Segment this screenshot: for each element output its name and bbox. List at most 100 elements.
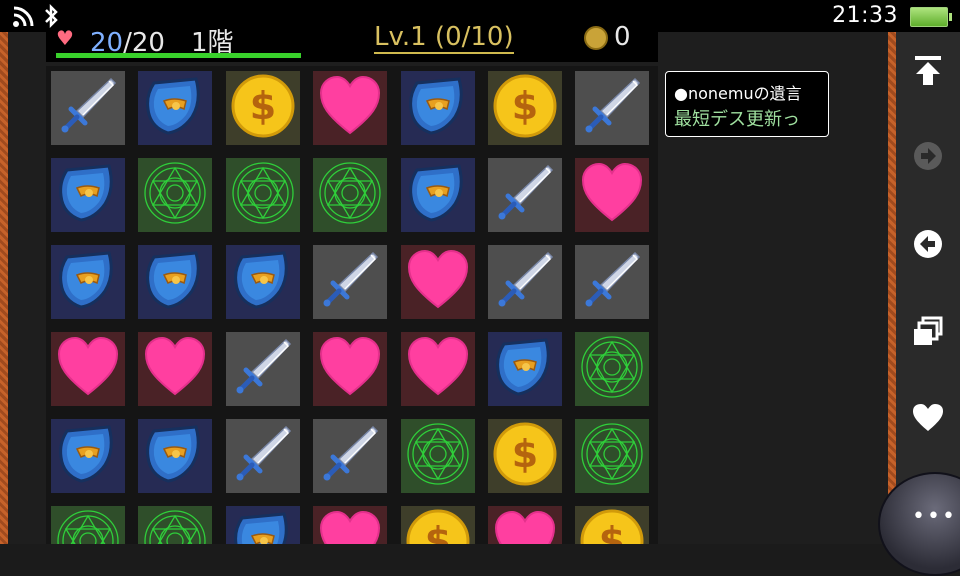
heart-tile[interactable]: [133, 327, 213, 407]
message-line-1: ●nonemuの遺言: [674, 84, 802, 103]
heart-icon: [490, 506, 560, 544]
shield-icon: [228, 245, 298, 319]
wifi-icon: [13, 6, 34, 27]
clock-time: 21:33: [832, 3, 898, 28]
magic-icon: [577, 419, 647, 493]
sword-tile[interactable]: [483, 240, 563, 320]
coin-icon: $: [490, 419, 560, 493]
sword-icon: [490, 245, 560, 319]
shield-icon: [140, 419, 210, 493]
magic-icon: [53, 506, 123, 544]
coin-icon: $: [490, 71, 560, 145]
sword-tile[interactable]: [483, 153, 563, 233]
windows-button[interactable]: [908, 312, 948, 352]
sword-tile[interactable]: [221, 327, 301, 407]
shield-tile[interactable]: [46, 414, 126, 494]
shield-icon: [403, 158, 473, 232]
favorite-button[interactable]: [908, 398, 948, 438]
heart-icon: [315, 71, 385, 145]
heart-tile[interactable]: [396, 240, 476, 320]
shield-tile[interactable]: [46, 153, 126, 233]
sword-icon: [53, 71, 123, 145]
more-options-icon: •••: [912, 504, 957, 529]
gold-count: 0: [614, 22, 631, 52]
back-icon: [914, 230, 942, 258]
sword-tile[interactable]: [221, 414, 301, 494]
magic-icon: [140, 158, 210, 232]
magic-tile[interactable]: [308, 153, 388, 233]
heart-icon: [315, 332, 385, 406]
shield-tile[interactable]: [133, 240, 213, 320]
system-side-panel: [896, 32, 960, 544]
shield-icon: [228, 506, 298, 544]
heart-tile[interactable]: [46, 327, 126, 407]
heart-icon: [53, 332, 123, 406]
magic-tile[interactable]: [570, 327, 650, 407]
coin-tile[interactable]: $: [221, 66, 301, 146]
magic-tile[interactable]: [46, 501, 126, 544]
sword-icon: [577, 245, 647, 319]
message-line-2: 最短デス更新っ: [674, 109, 800, 130]
heart-tile[interactable]: [570, 153, 650, 233]
shield-icon: [53, 158, 123, 232]
hud-bar: ♥ 20/20 1階 Lv.1 (0/10) 0: [46, 22, 658, 62]
coin-icon: $: [403, 506, 473, 544]
magic-icon: [140, 506, 210, 544]
magic-tile[interactable]: [221, 153, 301, 233]
shield-tile[interactable]: [133, 66, 213, 146]
sword-tile[interactable]: [308, 240, 388, 320]
shield-tile[interactable]: [483, 327, 563, 407]
magic-tile[interactable]: [570, 414, 650, 494]
heart-icon: [140, 332, 210, 406]
svg-text:$: $: [250, 84, 276, 128]
heart-icon: [315, 506, 385, 544]
sword-tile[interactable]: [308, 414, 388, 494]
shield-icon: [140, 245, 210, 319]
magic-tile[interactable]: [133, 501, 213, 544]
shield-tile[interactable]: [133, 414, 213, 494]
magic-tile[interactable]: [396, 414, 476, 494]
shield-icon: [53, 245, 123, 319]
heart-icon: [403, 245, 473, 319]
scroll-top-button[interactable]: [908, 50, 948, 90]
heart-tile[interactable]: [308, 327, 388, 407]
coin-tile[interactable]: $: [570, 501, 650, 544]
shield-tile[interactable]: [46, 240, 126, 320]
shield-tile[interactable]: [396, 66, 476, 146]
heart-tile[interactable]: [396, 327, 476, 407]
shield-tile[interactable]: [396, 153, 476, 233]
back-button[interactable]: [908, 224, 948, 264]
shield-tile[interactable]: [221, 240, 301, 320]
right-decorative-border: [888, 32, 896, 544]
left-decorative-border: [0, 32, 8, 544]
heart-tile[interactable]: [483, 501, 563, 544]
sword-icon: [315, 419, 385, 493]
sword-tile[interactable]: [570, 240, 650, 320]
favorite-heart-icon: [913, 404, 943, 431]
svg-text:$: $: [512, 84, 538, 128]
shield-icon: [403, 71, 473, 145]
magic-icon: [577, 332, 647, 406]
puzzle-board[interactable]: $ $ $ $ $: [46, 66, 658, 544]
svg-text:$: $: [512, 432, 538, 476]
svg-text:$: $: [599, 519, 625, 544]
windows-icon: [914, 316, 943, 345]
sword-tile[interactable]: [570, 66, 650, 146]
level-display: Lv.1 (0/10): [374, 22, 514, 54]
forward-button[interactable]: [908, 136, 948, 176]
shield-tile[interactable]: [221, 501, 301, 544]
heart-tile[interactable]: [308, 66, 388, 146]
sword-icon: [490, 158, 560, 232]
sword-icon: [577, 71, 647, 145]
heart-icon: [577, 158, 647, 232]
sword-tile[interactable]: [46, 66, 126, 146]
heart-tile[interactable]: [308, 501, 388, 544]
coin-tile[interactable]: $: [483, 414, 563, 494]
shield-icon: [53, 419, 123, 493]
coin-tile[interactable]: $: [483, 66, 563, 146]
battery-full-icon: [910, 7, 952, 27]
scroll-top-icon: [915, 56, 941, 85]
magic-icon: [228, 158, 298, 232]
magic-tile[interactable]: [133, 153, 213, 233]
coin-tile[interactable]: $: [396, 501, 476, 544]
